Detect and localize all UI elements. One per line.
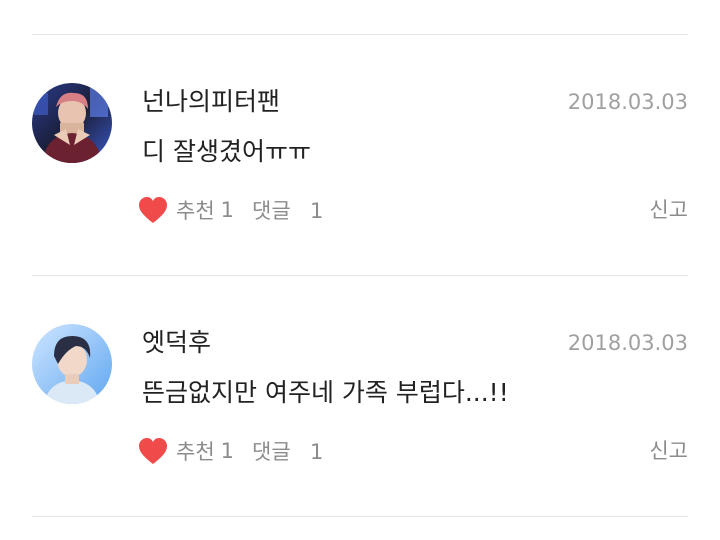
comment-text: 뜬금없지만 여주네 가족 부럽다...!! — [142, 378, 509, 407]
user-avatar[interactable] — [32, 83, 112, 163]
reply-count: 1 — [310, 199, 324, 223]
comment-date: 2018.03.03 — [567, 331, 688, 355]
report-button[interactable]: 신고 — [649, 194, 688, 226]
like-count: 1 — [220, 198, 235, 222]
reply-count: 1 — [310, 440, 324, 464]
user-avatar[interactable] — [32, 324, 112, 404]
comment-actions: 추천 1 댓글 1 — [138, 194, 323, 226]
comment-actions: 추천 1 댓글 1 — [138, 435, 323, 467]
heart-icon — [139, 197, 167, 223]
comment-text: 디 잘생겼어ㅠㅠ — [142, 137, 311, 166]
reply-label: 댓글 — [252, 199, 291, 223]
like-count: 1 — [220, 439, 235, 463]
report-button[interactable]: 신고 — [649, 435, 688, 467]
like-button[interactable]: 추천 1 — [138, 195, 234, 225]
comment-nickname[interactable]: 넌나의피터팬 — [142, 87, 280, 117]
reply-button[interactable]: 댓글 1 — [252, 195, 323, 225]
heart-icon — [139, 438, 167, 464]
comment-list: 넌나의피터팬 2018.03.03 디 잘생겼어ㅠㅠ 추천 1 댓글 1 신고 — [0, 0, 720, 540]
comment-item: 넌나의피터팬 2018.03.03 디 잘생겼어ㅠㅠ 추천 1 댓글 1 신고 — [0, 35, 720, 275]
avatar-photo-icon — [32, 324, 112, 404]
divider — [32, 516, 688, 517]
like-button[interactable]: 추천 1 — [138, 436, 234, 466]
comment-date: 2018.03.03 — [567, 90, 688, 114]
comment-item: 엣덕후 2018.03.03 뜬금없지만 여주네 가족 부럽다...!! 추천 … — [0, 276, 720, 516]
reply-label: 댓글 — [252, 440, 291, 464]
like-label: 추천 — [176, 440, 215, 464]
like-label: 추천 — [176, 199, 215, 223]
avatar-photo-icon — [32, 83, 112, 163]
reply-button[interactable]: 댓글 1 — [252, 436, 323, 466]
comment-nickname[interactable]: 엣덕후 — [142, 328, 211, 358]
